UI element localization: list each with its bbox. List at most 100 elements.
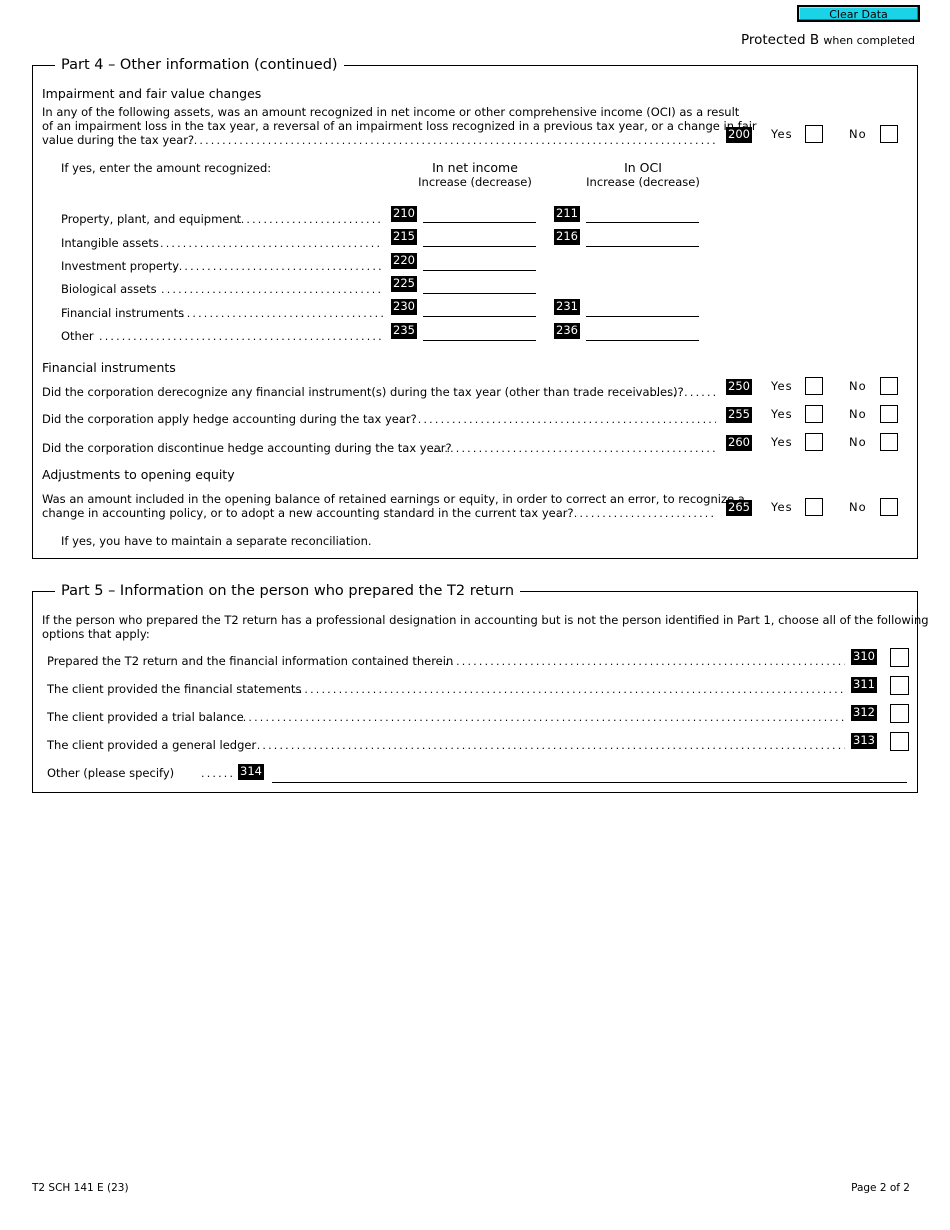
line-code-211: 211 [554, 206, 580, 222]
dot-leader: ............... [650, 386, 716, 399]
other-label: Other (please specify) [47, 766, 175, 780]
dot-leader: ........................................… [99, 330, 383, 343]
impairment-heading: Impairment and fair value changes [42, 86, 262, 101]
yes-label: Yes [771, 379, 793, 393]
line-code-215: 215 [391, 229, 417, 245]
line-code-265: 265 [726, 500, 752, 516]
line-code-250: 250 [726, 379, 752, 395]
form-id: T2 SCH 141 E (23) [32, 1182, 129, 1194]
checkbox-311[interactable] [890, 676, 909, 695]
other-specify-field[interactable] [272, 768, 907, 783]
no-label: No [849, 127, 867, 141]
part5-intro-line-2: options that apply: [42, 627, 150, 641]
checkbox-255-no[interactable] [880, 405, 898, 423]
dot-leader: ........................................ [181, 307, 383, 320]
dot-leader: ........................................… [439, 655, 845, 668]
oci-field-236[interactable] [586, 326, 699, 341]
dot-leader: ................................... [551, 507, 716, 520]
asset-label: Financial instruments [61, 306, 185, 320]
dot-leader: ........................................… [160, 237, 383, 250]
option-label: The client provided a general ledger [47, 738, 257, 752]
col-net-income-sub: Increase (decrease) [418, 175, 532, 189]
line-code-230: 230 [391, 299, 417, 315]
checkbox-312[interactable] [890, 704, 909, 723]
net-income-field-225[interactable] [423, 279, 536, 294]
part5-title: Part 5 – Information on the person who p… [55, 581, 521, 601]
dot-leader: ........................................… [188, 134, 716, 147]
no-label: No [849, 435, 867, 449]
dot-leader: ........................................… [173, 260, 383, 273]
checkbox-313[interactable] [890, 732, 909, 751]
net-income-field-235[interactable] [423, 326, 536, 341]
line-code-210: 210 [391, 206, 417, 222]
line-code-311: 311 [851, 677, 877, 693]
no-label: No [849, 407, 867, 421]
checkbox-200-no[interactable] [880, 125, 898, 143]
oci-field-216[interactable] [586, 232, 699, 247]
line-code-216: 216 [554, 229, 580, 245]
dot-leader: ........................................… [161, 283, 383, 296]
col-net-income-title: In net income [432, 160, 518, 175]
part4-title: Part 4 – Other information (continued) [55, 55, 344, 75]
line-code-225: 225 [391, 276, 417, 292]
line-code-236: 236 [554, 323, 580, 339]
dot-leader: ........................................… [251, 739, 845, 752]
clear-data-button[interactable]: Clear Data [797, 5, 920, 22]
col-oci-sub: Increase (decrease) [586, 175, 700, 189]
equity-heading: Adjustments to opening equity [42, 467, 235, 482]
line-code-313: 313 [851, 733, 877, 749]
question-text: Did the corporation discontinue hedge ac… [42, 441, 452, 455]
part5-section: Part 5 – Information on the person who p… [32, 581, 929, 793]
net-income-field-215[interactable] [423, 232, 536, 247]
checkbox-260-yes[interactable] [805, 433, 823, 451]
no-label: No [849, 379, 867, 393]
net-income-field-220[interactable] [423, 256, 536, 271]
line-code-312: 312 [851, 705, 877, 721]
oci-field-231[interactable] [586, 302, 699, 317]
protected-b-notice: Protected B when completed [741, 32, 915, 48]
impairment-question-line-3: value during the tax year? [42, 133, 195, 147]
asset-label: Property, plant, and equipment [61, 212, 242, 226]
dot-leader: ........ [201, 767, 233, 780]
question-text: Did the corporation apply hedge accounti… [42, 412, 417, 426]
checkbox-265-yes[interactable] [805, 498, 823, 516]
part4-section: Part 4 – Other information (continued) I… [32, 55, 918, 559]
impairment-question-line-1: In any of the following assets, was an a… [42, 105, 740, 119]
dot-leader: ........................................… [293, 683, 845, 696]
yes-label: Yes [771, 500, 793, 514]
line-code-231: 231 [554, 299, 580, 315]
line-code-310: 310 [851, 649, 877, 665]
checkbox-250-yes[interactable] [805, 377, 823, 395]
net-income-field-230[interactable] [423, 302, 536, 317]
equity-note: If yes, you have to maintain a separate … [61, 534, 372, 548]
option-label: The client provided a trial balance [47, 710, 244, 724]
if-yes-instruction: If yes, enter the amount recognized: [61, 161, 272, 175]
option-label: The client provided the financial statem… [47, 682, 302, 696]
asset-label: Intangible assets [61, 236, 159, 250]
impairment-question-line-2: of an impairment loss in the tax year, a… [42, 119, 757, 133]
checkbox-260-no[interactable] [880, 433, 898, 451]
checkbox-265-no[interactable] [880, 498, 898, 516]
checkbox-200-yes[interactable] [805, 125, 823, 143]
line-code-314: 314 [238, 764, 264, 780]
line-code-260: 260 [726, 435, 752, 451]
asset-label: Investment property [61, 259, 180, 273]
net-income-field-210[interactable] [423, 208, 536, 223]
option-label: Prepared the T2 return and the financial… [47, 654, 454, 668]
dot-leader: ........................................… [433, 442, 716, 455]
yes-label: Yes [771, 435, 793, 449]
no-label: No [849, 500, 867, 514]
dot-leader: ........................................… [237, 711, 845, 724]
part5-intro-line-1: If the person who prepared the T2 return… [42, 613, 929, 627]
checkbox-250-no[interactable] [880, 377, 898, 395]
line-code-255: 255 [726, 407, 752, 423]
checkbox-310[interactable] [890, 648, 909, 667]
line-code-200: 200 [726, 127, 752, 143]
checkbox-255-yes[interactable] [805, 405, 823, 423]
line-code-220: 220 [391, 253, 417, 269]
oci-field-211[interactable] [586, 208, 699, 223]
equity-question-line-1: Was an amount included in the opening ba… [42, 492, 745, 506]
question-text: Did the corporation derecognize any fina… [42, 385, 684, 399]
financial-heading: Financial instruments [42, 360, 176, 375]
asset-label: Biological assets [61, 282, 157, 296]
